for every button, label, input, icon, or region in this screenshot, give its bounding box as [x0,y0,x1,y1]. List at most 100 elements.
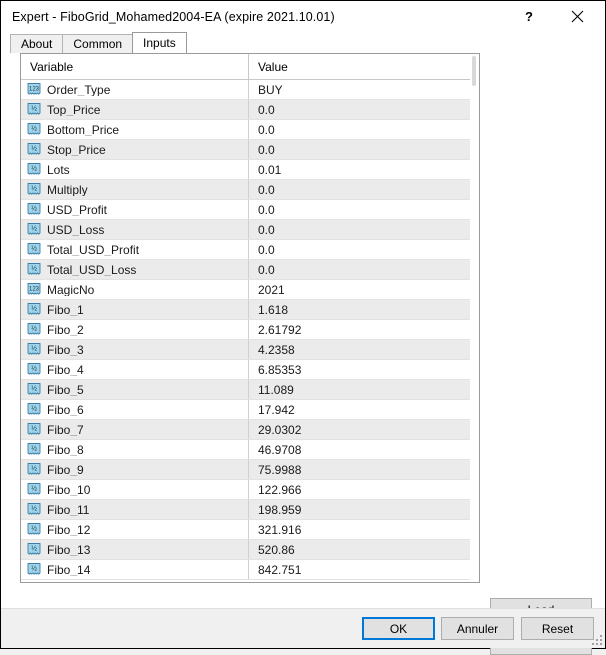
tab-about[interactable]: About [10,34,63,53]
table-row[interactable]: ½Fibo_11.618 [21,300,479,320]
cell-value[interactable]: BUY [248,80,479,99]
table-row[interactable]: ½Fibo_13520.86 [21,540,479,560]
float-variable-icon: ½ [27,223,41,236]
cell-variable: 123 MagicNo [21,283,248,296]
help-glyph: ? [525,9,533,24]
table-row[interactable]: ½Fibo_729.0302 [21,420,479,440]
cell-value[interactable]: 46.9708 [248,440,479,459]
cell-value[interactable]: 198.959 [248,500,479,519]
variable-name: Fibo_8 [47,444,84,456]
cancel-button-label: Annuler [457,622,498,636]
table-row[interactable]: ½Fibo_34.2358 [21,340,479,360]
cell-value[interactable]: 0.0 [248,100,479,119]
svg-text:½: ½ [31,164,37,172]
cell-value[interactable]: 0.0 [248,220,479,239]
svg-text:½: ½ [31,204,37,212]
table-row[interactable]: ½Stop_Price0.0 [21,140,479,160]
table-row[interactable]: ½Fibo_10122.966 [21,480,479,500]
variable-name: Total_USD_Profit [47,244,139,256]
tab-inputs[interactable]: Inputs [132,32,187,53]
inputs-table-inner: Variable Value 123Order_TypeBUY½Top_Pric… [21,54,479,582]
cell-value[interactable]: 1.618 [248,300,479,319]
table-row[interactable]: ½Fibo_22.61792 [21,320,479,340]
table-row[interactable]: ½ Total_USD_Profit 0.0 [21,240,479,260]
table-row[interactable]: ½ Fibo_9 75.9988 [21,460,479,480]
float-variable-icon: ½ [27,303,41,316]
list-scrollbar[interactable] [470,54,479,582]
table-row[interactable]: 123 MagicNo 2021 [21,280,479,300]
table-row[interactable]: ½Lots0.01 [21,160,479,180]
cell-value[interactable]: 0.01 [248,160,479,179]
svg-text:½: ½ [31,124,37,132]
close-icon[interactable] [556,1,598,31]
table-row[interactable]: ½ Fibo_8 46.9708 [21,440,479,460]
cell-variable: ½Fibo_10 [21,483,248,496]
int-variable-icon: 123 [27,283,41,296]
list-scrollbar-thumb[interactable] [472,56,476,86]
cell-value[interactable]: 321.916 [248,520,479,539]
table-row[interactable]: ½Fibo_617.942 [21,400,479,420]
variable-name: Bottom_Price [47,124,119,136]
cell-variable: ½Fibo_4 [21,363,248,376]
cancel-button[interactable]: Annuler [441,617,514,640]
variable-name: USD_Loss [47,224,104,236]
inputs-table: Variable Value 123Order_TypeBUY½Top_Pric… [20,53,480,583]
cell-value[interactable]: 0.0 [248,200,479,219]
cell-value[interactable]: 842.751 [248,560,479,579]
cell-value[interactable]: 0.0 [248,120,479,139]
table-row[interactable]: ½Fibo_12321.916 [21,520,479,540]
dialog-footer: OK Annuler Reset [1,608,605,648]
variable-name: Fibo_10 [47,484,90,496]
table-row[interactable]: ½Top_Price0.0 [21,100,479,120]
cell-value[interactable]: 17.942 [248,400,479,419]
cell-value[interactable]: 520.86 [248,540,479,559]
tab-common-label: Common [73,37,122,51]
table-row[interactable]: 123Order_TypeBUY [21,80,479,100]
tab-common[interactable]: Common [62,34,133,53]
table-row[interactable]: ½USD_Profit0.0 [21,200,479,220]
cell-variable: ½ USD_Loss [21,223,248,236]
cell-value[interactable]: 2021 [248,280,479,299]
cell-variable: ½Fibo_3 [21,343,248,356]
cell-value[interactable]: 0.0 [248,260,479,279]
variable-name: Fibo_12 [47,524,90,536]
cell-value[interactable]: 122.966 [248,480,479,499]
variable-name: MagicNo [47,284,94,296]
dialog-body: Variable Value 123Order_TypeBUY½Top_Pric… [1,53,605,648]
table-row[interactable]: ½ Bottom_Price 0.0 [21,120,479,140]
cell-value[interactable]: 6.85353 [248,360,479,379]
reset-button[interactable]: Reset [521,617,594,640]
float-variable-icon: ½ [27,103,41,116]
resize-grip-icon[interactable] [591,634,603,646]
cell-value[interactable]: 4.2358 [248,340,479,359]
variable-name: Fibo_3 [47,344,84,356]
column-header-value: Value [248,54,479,79]
float-variable-icon: ½ [27,463,41,476]
float-variable-icon: ½ [27,163,41,176]
ok-button[interactable]: OK [362,617,435,640]
table-row[interactable]: ½Fibo_511.089 [21,380,479,400]
table-row[interactable]: ½ USD_Loss 0.0 [21,220,479,240]
cell-value[interactable]: 0.0 [248,180,479,199]
table-row[interactable]: ½Total_USD_Loss0.0 [21,260,479,280]
cell-variable: ½Stop_Price [21,143,248,156]
float-variable-icon: ½ [27,203,41,216]
cell-value[interactable]: 75.9988 [248,460,479,479]
table-row[interactable]: ½Fibo_11198.959 [21,500,479,520]
cell-value[interactable]: 29.0302 [248,420,479,439]
help-icon[interactable]: ? [508,1,550,31]
table-row[interactable]: ½Fibo_46.85353 [21,360,479,380]
cell-value[interactable]: 11.089 [248,380,479,399]
cell-value[interactable]: 2.61792 [248,320,479,339]
table-row[interactable]: ½Multiply0.0 [21,180,479,200]
cell-value[interactable]: 0.0 [248,140,479,159]
float-variable-icon: ½ [27,443,41,456]
cell-value[interactable]: 0.0 [248,240,479,259]
variable-name: Fibo_9 [47,464,84,476]
window-title: Expert - FiboGrid_Mohamed2004-EA (expire… [12,10,335,24]
variable-name: Fibo_13 [47,544,90,556]
cell-variable: 123Order_Type [21,83,248,96]
float-variable-icon: ½ [27,243,41,256]
float-variable-icon: ½ [27,563,41,576]
table-row[interactable]: ½Fibo_14842.751 [21,560,479,580]
